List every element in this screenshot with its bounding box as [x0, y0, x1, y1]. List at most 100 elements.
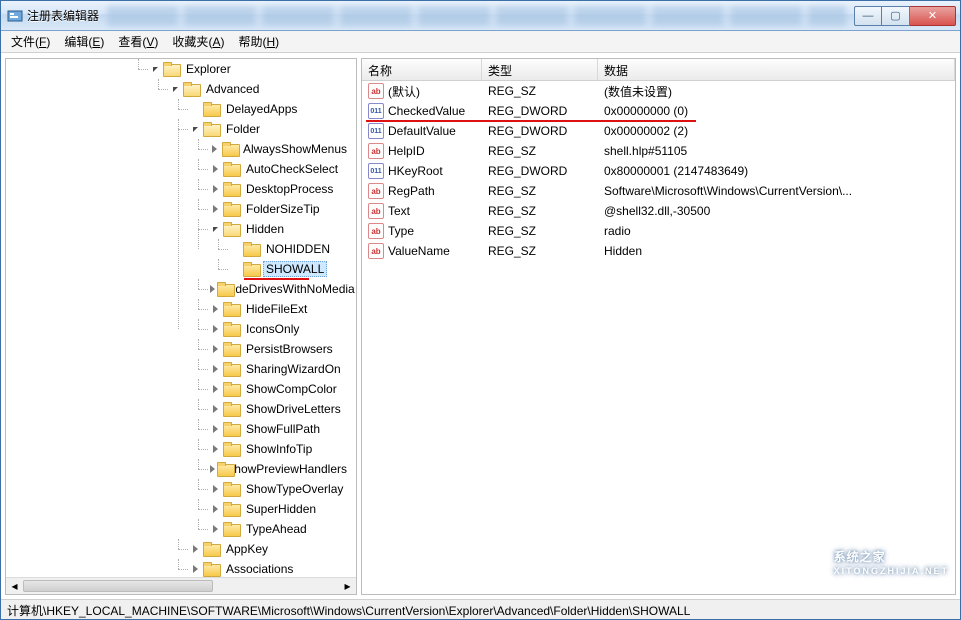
- tree-item[interactable]: FolderSizeTip: [210, 199, 356, 219]
- tree-item[interactable]: IconsOnly: [210, 319, 356, 339]
- expand-icon[interactable]: [190, 564, 201, 575]
- menu-edit[interactable]: 编辑(E): [58, 31, 110, 52]
- expand-icon[interactable]: [190, 544, 201, 555]
- tree-item[interactable]: NOHIDDEN: [230, 239, 356, 259]
- menubar: 文件(F) 编辑(E) 查看(V) 收藏夹(A) 帮助(H): [1, 31, 960, 53]
- tree-item-label: ShowFullPath: [243, 421, 323, 437]
- tree-item-label: DesktopProcess: [243, 181, 336, 197]
- expand-icon[interactable]: [210, 504, 221, 515]
- tree-item[interactable]: AlwaysShowMenus: [210, 139, 356, 159]
- tree-item[interactable]: ShowInfoTip: [210, 439, 356, 459]
- value-row[interactable]: 011DefaultValueREG_DWORD0x00000002 (2): [362, 121, 955, 141]
- reg-dword-icon: 011: [368, 123, 384, 139]
- tree-item[interactable]: SuperHidden: [210, 499, 356, 519]
- col-data[interactable]: 数据: [598, 59, 955, 80]
- tree-pane[interactable]: ExplorerAdvanced DelayedApps FolderAlwaysS…: [5, 58, 357, 595]
- tree-item[interactable]: HideDrivesWithNoMedia: [210, 279, 356, 299]
- no-expander: [230, 244, 241, 255]
- folder-icon: [223, 482, 239, 496]
- collapse-icon[interactable]: [150, 64, 161, 75]
- tree-item[interactable]: Hidden: [210, 219, 356, 239]
- tree-item-label: DelayedApps: [223, 101, 300, 117]
- close-button[interactable]: ✕: [910, 6, 956, 26]
- value-data: 0x00000002 (2): [598, 123, 955, 139]
- expand-icon[interactable]: [210, 464, 215, 475]
- tree-item[interactable]: HideFileExt: [210, 299, 356, 319]
- expand-icon[interactable]: [210, 344, 221, 355]
- tree-item[interactable]: Explorer: [150, 59, 356, 79]
- scroll-right-icon[interactable]: ▸: [339, 578, 356, 594]
- tree-item[interactable]: ShowPreviewHandlers: [210, 459, 356, 479]
- folder-icon: [223, 182, 239, 196]
- tree-item[interactable]: Advanced: [170, 79, 356, 99]
- expand-icon[interactable]: [210, 384, 221, 395]
- minimize-button[interactable]: —: [854, 6, 882, 26]
- expand-icon[interactable]: [210, 164, 221, 175]
- expand-icon[interactable]: [210, 444, 221, 455]
- scroll-left-icon[interactable]: ◂: [6, 578, 23, 594]
- tree-h-scrollbar[interactable]: ◂ ▸: [6, 577, 356, 594]
- expand-icon[interactable]: [210, 324, 221, 335]
- value-name: DefaultValue: [388, 124, 456, 138]
- tree-item[interactable]: DesktopProcess: [210, 179, 356, 199]
- tree-item-label: HideDrivesWithNoMedia: [221, 281, 357, 297]
- expand-icon[interactable]: [210, 204, 221, 215]
- reg-sz-icon: ab: [368, 223, 384, 239]
- folder-icon: [223, 422, 239, 436]
- value-row[interactable]: abHelpIDREG_SZshell.hlp#51105: [362, 141, 955, 161]
- folder-icon: [183, 82, 199, 96]
- value-row[interactable]: abRegPathREG_SZSoftware\Microsoft\Window…: [362, 181, 955, 201]
- value-type: REG_DWORD: [482, 103, 598, 119]
- value-type: REG_SZ: [482, 243, 598, 259]
- titlebar[interactable]: 注册表编辑器 — ▢ ✕: [1, 1, 960, 31]
- value-row[interactable]: abValueNameREG_SZHidden: [362, 241, 955, 261]
- collapse-icon[interactable]: [190, 124, 201, 135]
- expand-icon[interactable]: [210, 144, 220, 155]
- menu-file[interactable]: 文件(F): [5, 31, 56, 52]
- value-name: Text: [388, 204, 410, 218]
- expand-icon[interactable]: [210, 284, 215, 295]
- expand-icon[interactable]: [210, 364, 221, 375]
- list-header[interactable]: 名称 类型 数据: [362, 59, 955, 81]
- tree-scroll-thumb[interactable]: [23, 580, 213, 592]
- tree-item[interactable]: SHOWALL: [230, 259, 356, 279]
- tree-item[interactable]: PersistBrowsers: [210, 339, 356, 359]
- tree-item[interactable]: SharingWizardOn: [210, 359, 356, 379]
- expand-icon[interactable]: [210, 524, 221, 535]
- value-row[interactable]: abTypeREG_SZradio: [362, 221, 955, 241]
- collapse-icon[interactable]: [170, 84, 181, 95]
- tree-item[interactable]: ShowCompColor: [210, 379, 356, 399]
- tree-item[interactable]: Folder: [190, 119, 356, 139]
- menu-view[interactable]: 查看(V): [112, 31, 164, 52]
- col-type[interactable]: 类型: [482, 59, 598, 80]
- expand-icon[interactable]: [210, 404, 221, 415]
- menu-fav[interactable]: 收藏夹(A): [166, 31, 230, 52]
- value-type: REG_SZ: [482, 183, 598, 199]
- tree-item[interactable]: AppKey: [190, 539, 356, 559]
- value-row[interactable]: abTextREG_SZ@shell32.dll,-30500: [362, 201, 955, 221]
- tree-item[interactable]: AutoCheckSelect: [210, 159, 356, 179]
- collapse-icon[interactable]: [210, 224, 221, 235]
- value-row[interactable]: ab(默认)REG_SZ(数值未设置): [362, 81, 955, 101]
- tree-item[interactable]: ShowDriveLetters: [210, 399, 356, 419]
- value-name: HKeyRoot: [388, 164, 443, 178]
- expand-icon[interactable]: [210, 184, 221, 195]
- value-row[interactable]: 011HKeyRootREG_DWORD0x80000001 (21474836…: [362, 161, 955, 181]
- menu-help[interactable]: 帮助(H): [232, 31, 285, 52]
- tree-item[interactable]: ShowTypeOverlay: [210, 479, 356, 499]
- value-name: Type: [388, 224, 414, 238]
- values-pane[interactable]: 名称 类型 数据 ab(默认)REG_SZ(数值未设置)011CheckedVa…: [361, 58, 956, 595]
- col-name[interactable]: 名称: [362, 59, 482, 80]
- folder-icon: [223, 382, 239, 396]
- expand-icon[interactable]: [210, 304, 221, 315]
- tree-item[interactable]: TypeAhead: [210, 519, 356, 539]
- value-row[interactable]: 011CheckedValueREG_DWORD0x00000000 (0): [362, 101, 955, 121]
- tree-item[interactable]: ShowFullPath: [210, 419, 356, 439]
- tree-item-label: AutoCheckSelect: [243, 161, 341, 177]
- expand-icon[interactable]: [210, 484, 221, 495]
- maximize-button[interactable]: ▢: [882, 6, 910, 26]
- reg-sz-icon: ab: [368, 203, 384, 219]
- expand-icon[interactable]: [210, 424, 221, 435]
- tree-item[interactable]: Associations: [190, 559, 356, 579]
- tree-item[interactable]: DelayedApps: [190, 99, 356, 119]
